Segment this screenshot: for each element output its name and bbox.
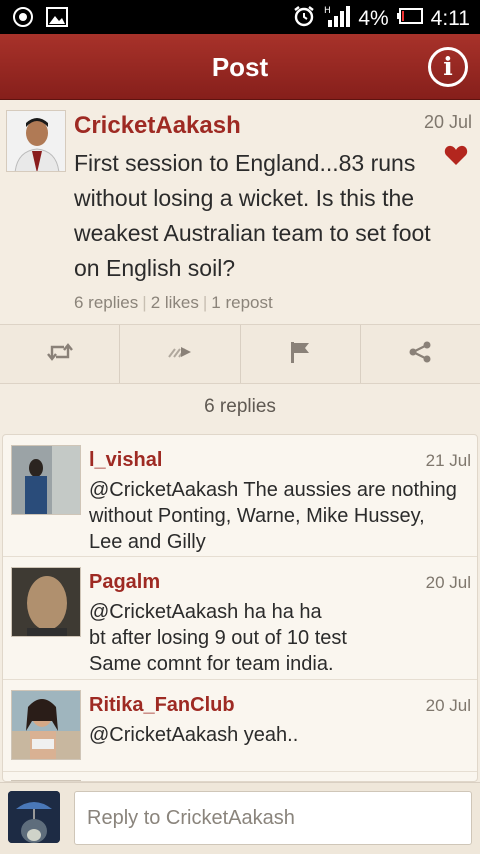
reply-text: @CricketAakash yeah.. (89, 724, 299, 746)
list-item[interactable]: Pagalm 20 Jul @CricketAakash ha ha ha bt… (3, 557, 477, 680)
battery-percent: 4% (358, 7, 389, 30)
alarm-icon (292, 4, 316, 34)
battery-icon (396, 7, 423, 31)
status-bar: H 4% 4:11 (0, 0, 480, 34)
reply-input[interactable] (74, 791, 472, 845)
signal-icon: H (324, 4, 351, 34)
reply-text: @CricketAakash ha ha ha bt after losing … (89, 601, 347, 675)
list-item[interactable]: l_vishal 21 Jul @CricketAakash The aussi… (3, 435, 477, 557)
media-play-icon (12, 6, 34, 33)
post-stats: 6 replies | 2 likes | 1 repost (74, 293, 273, 312)
avatar[interactable] (11, 567, 81, 637)
post-actions (0, 324, 480, 384)
reply-author[interactable]: Pagalm (89, 571, 160, 594)
page-title: Post (211, 52, 269, 82)
replies-list: l_vishal 21 Jul @CricketAakash The aussi… (2, 434, 478, 782)
retweet-icon (46, 342, 73, 367)
post-card: CricketAakash 20 Jul First session to En… (0, 100, 480, 324)
flag-button[interactable] (241, 325, 361, 383)
clock: 4:11 (430, 7, 470, 30)
replies-count[interactable]: 6 replies (74, 293, 138, 312)
reply-author[interactable]: l_vishal (89, 449, 162, 472)
reply-text: @CricketAakash The aussies are nothing w… (89, 479, 457, 553)
list-item[interactable] (3, 772, 477, 781)
likes-count[interactable]: 2 likes (151, 293, 199, 312)
post-text: First session to England...83 runs witho… (74, 150, 431, 281)
post-date: 20 Jul (423, 112, 472, 132)
share-button[interactable] (361, 325, 480, 383)
reply-date: 20 Jul (425, 573, 471, 592)
avatar[interactable] (8, 791, 60, 843)
reposts-count[interactable]: 1 repost (211, 293, 272, 312)
svg-text:H: H (324, 6, 331, 16)
app-header: Post i (0, 34, 480, 100)
repost-button[interactable] (0, 325, 121, 383)
forward-icon (167, 343, 193, 366)
list-item[interactable]: Ritika_FanClub 20 Jul @CricketAakash yea… (3, 680, 477, 772)
reply-date: 21 Jul (425, 451, 471, 470)
flag-icon (289, 340, 311, 369)
reply-author[interactable]: Ritika_FanClub (89, 694, 235, 717)
info-button[interactable]: i (428, 47, 468, 87)
share-icon (408, 341, 432, 368)
reply-compose-bar (0, 782, 480, 854)
replies-heading: 6 replies (204, 396, 276, 417)
post-author[interactable]: CricketAakash (74, 112, 241, 140)
reply-date: 20 Jul (425, 696, 471, 715)
avatar[interactable] (11, 690, 81, 760)
forward-button[interactable] (120, 325, 241, 383)
gallery-icon (46, 7, 68, 32)
avatar[interactable] (11, 445, 81, 515)
avatar[interactable] (6, 110, 66, 172)
